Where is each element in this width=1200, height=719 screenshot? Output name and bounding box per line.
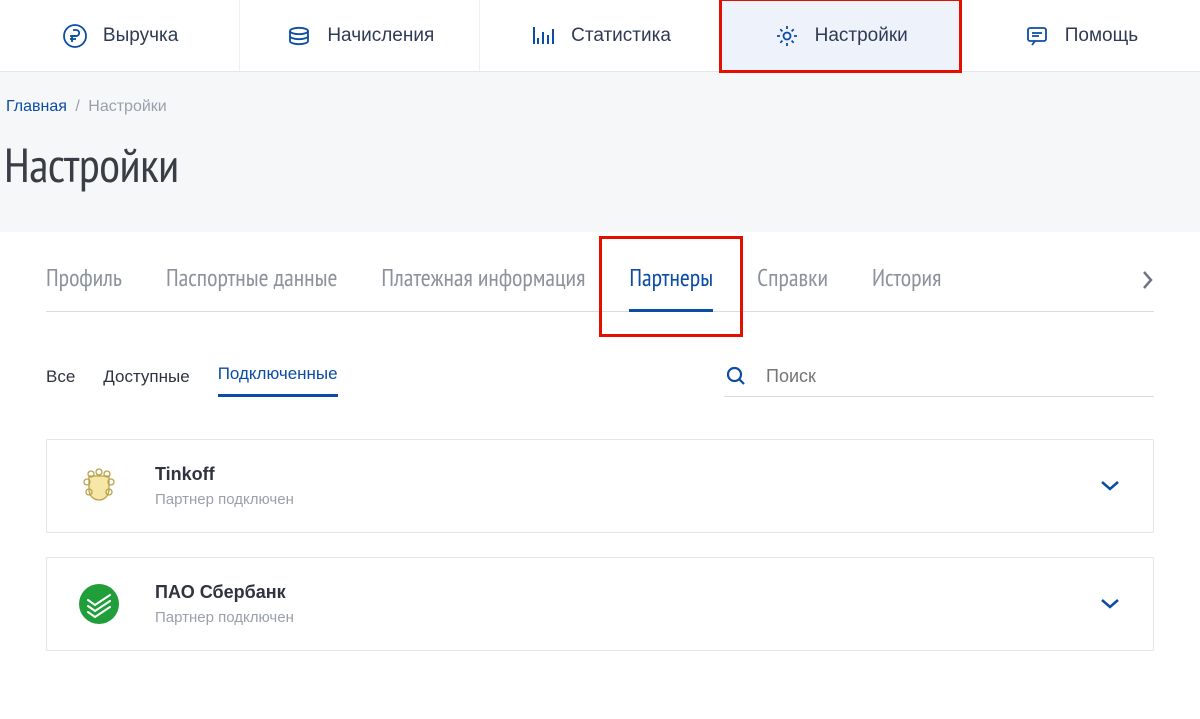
settings-tabs-wrap: Профиль Паспортные данные Платежная инфо…: [0, 232, 1200, 312]
search-icon: [724, 364, 748, 388]
partner-filters: Все Доступные Подключенные: [0, 312, 1200, 397]
ruble-icon: [61, 22, 89, 50]
partner-search: [724, 360, 1154, 397]
chat-icon: [1023, 22, 1051, 50]
tab-passport[interactable]: Паспортные данные: [166, 262, 337, 311]
filter-connected[interactable]: Подключенные: [218, 364, 338, 397]
nav-label: Начисления: [327, 25, 434, 47]
nav-label: Помощь: [1065, 25, 1138, 47]
gear-icon: [773, 22, 801, 50]
breadcrumb: Главная / Настройки: [0, 98, 1200, 134]
breadcrumb-sep: /: [75, 98, 79, 115]
nav-item-accruals[interactable]: Начисления: [240, 0, 480, 71]
page-header: Главная / Настройки Настройки: [0, 72, 1200, 232]
partner-status: Партнер подключен: [155, 609, 1071, 626]
partner-status: Партнер подключен: [155, 491, 1071, 508]
nav-item-revenue[interactable]: Выручка: [0, 0, 240, 71]
settings-tabs: Профиль Паспортные данные Платежная инфо…: [46, 262, 1154, 312]
filter-all[interactable]: Все: [46, 367, 75, 397]
tab-profile[interactable]: Профиль: [46, 262, 122, 311]
tab-docs[interactable]: Справки: [757, 262, 828, 311]
breadcrumb-current: Настройки: [88, 98, 166, 115]
partner-card[interactable]: ПАО Сбербанк Партнер подключен: [46, 557, 1154, 651]
nav-item-settings[interactable]: Настройки: [721, 0, 961, 71]
top-nav: Выручка Начисления Статистика Настройки: [0, 0, 1200, 72]
partner-card[interactable]: Tinkoff Партнер подключен: [46, 439, 1154, 533]
nav-label: Выручка: [103, 25, 178, 47]
nav-label: Настройки: [815, 25, 908, 47]
nav-item-help[interactable]: Помощь: [961, 0, 1200, 71]
partner-logo-tinkoff: [71, 458, 127, 514]
chevron-down-icon: [1099, 479, 1121, 493]
coins-icon: [285, 22, 313, 50]
tab-partners[interactable]: Партнеры: [629, 262, 713, 311]
partner-logo-sber: [71, 576, 127, 632]
tabs-scroll-right[interactable]: [1140, 269, 1154, 305]
partner-name: ПАО Сбербанк: [155, 582, 1071, 603]
breadcrumb-home[interactable]: Главная: [6, 98, 67, 115]
tab-payment[interactable]: Платежная информация: [381, 262, 585, 311]
bars-icon: [529, 22, 557, 50]
partner-name: Tinkoff: [155, 464, 1071, 485]
tab-history[interactable]: История: [872, 262, 941, 311]
partner-card-body: Tinkoff Партнер подключен: [155, 464, 1071, 508]
search-input[interactable]: [766, 366, 1154, 387]
nav-label: Статистика: [571, 25, 671, 47]
page-title: Настройки: [0, 134, 1200, 196]
partner-list: Tinkoff Партнер подключен ПАО Сбербанк П…: [0, 397, 1200, 691]
nav-item-stats[interactable]: Статистика: [480, 0, 720, 71]
partner-card-body: ПАО Сбербанк Партнер подключен: [155, 582, 1071, 626]
chevron-down-icon: [1099, 597, 1121, 611]
filter-available[interactable]: Доступные: [103, 367, 189, 397]
